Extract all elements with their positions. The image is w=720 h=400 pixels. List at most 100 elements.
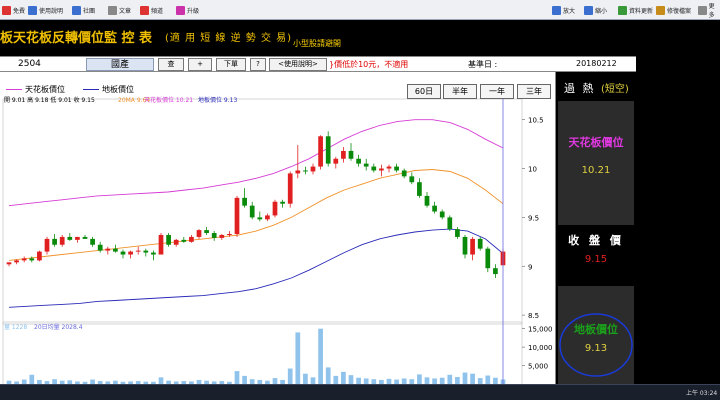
status-prefix: 過 熱: [564, 82, 596, 95]
chart-legend: 天花板價位 地板價位: [0, 84, 134, 95]
candle-body: [493, 268, 498, 275]
zoom-out-icon: [584, 5, 593, 15]
candle-body: [173, 239, 179, 245]
candle-body: [432, 205, 437, 212]
candle-body: [477, 238, 483, 249]
candle-body: [166, 234, 171, 245]
candle-body: [67, 236, 73, 240]
candle-body: [439, 211, 445, 218]
help-button[interactable]: ?: [250, 58, 266, 71]
candle-body: [97, 244, 103, 251]
avg-volume-info-text: 20日均量 2028.4: [34, 323, 83, 331]
warning-text: }價低於10元，不適用: [329, 60, 409, 69]
stock-name-field: 國產: [86, 58, 154, 71]
candle-body: [325, 136, 331, 164]
top-toolbar: 免費 使用說明 社團 文章 頻道 升級 放大 縮小 資料更新 修復檔案 更多: [0, 0, 720, 20]
price-tick-label: 10.5: [528, 117, 544, 125]
candle-body: [356, 158, 361, 164]
right-black-area: [636, 20, 720, 400]
chart-area: 10.5 10 9.5 9 8.5 15,000 10,000 5,000 開 9.01 高 9…: [0, 72, 556, 400]
volume-info-text: 量 1228: [4, 324, 27, 331]
candle-body: [189, 236, 194, 242]
toolbar-group-button[interactable]: 社團: [72, 4, 95, 16]
page-subtitle: (適 用 短 線 逆 勢 交 易): [165, 33, 293, 44]
toolbar-document-button[interactable]: 文章: [108, 4, 131, 16]
candle-body: [21, 258, 27, 261]
candle-body: [401, 170, 407, 177]
period-three-year-button[interactable]: 三年: [517, 84, 551, 99]
toolbar-home-button[interactable]: 免費: [2, 4, 25, 16]
candle-body: [196, 230, 202, 237]
floor-highlight-circle: [559, 313, 633, 377]
price-tick-label: 10: [528, 166, 537, 174]
candle-body: [29, 258, 35, 261]
base-date-value: 20180212: [576, 59, 617, 68]
candle-body: [113, 248, 118, 252]
stock-code-input[interactable]: 2504: [18, 59, 41, 69]
toolbar-zoom-out-button[interactable]: 縮小: [584, 4, 607, 16]
instructions-button[interactable]: <使用說明>: [269, 58, 327, 71]
candle-body: [447, 217, 453, 230]
price-tick-label: 9: [528, 263, 532, 271]
floor-info-text: 地板價位 9.13: [198, 96, 237, 104]
candle-body: [90, 238, 95, 245]
toolbar-repair-button[interactable]: 修復檔案: [656, 4, 691, 16]
page-title: 板天花板反轉價位監 控 表: [0, 31, 153, 46]
ohlc-info-text: 開 9.01 高 9.18 低 9.01 收 9.15: [4, 96, 95, 104]
candle-body: [6, 262, 12, 265]
period-half-year-button[interactable]: 半年: [443, 84, 477, 99]
candle-body: [135, 250, 141, 252]
volume-tick-label: 10,000: [528, 344, 553, 352]
document-icon: [108, 5, 117, 15]
toolbar-zoom-in-button[interactable]: 放大: [552, 4, 575, 16]
candle-body: [485, 248, 491, 269]
candle-body: [59, 236, 65, 245]
ceiling-panel-label: 天花板價位: [568, 136, 624, 149]
price-tick-label: 9.5: [528, 214, 539, 222]
candle-body: [158, 234, 164, 255]
candle-body: [386, 166, 392, 169]
candle-body: [37, 251, 42, 261]
ceiling-panel-value: 10.21: [581, 165, 611, 176]
candle-body: [333, 158, 339, 164]
candle-body: [417, 182, 422, 196]
ceiling-panel: 天花板價位 10.21: [558, 101, 634, 225]
candle-body: [280, 201, 285, 204]
candle-body: [409, 176, 415, 183]
toolbar-refresh-button[interactable]: 資料更新: [618, 4, 653, 16]
toolbar-help-button[interactable]: 使用說明: [28, 4, 63, 16]
period-60d-button[interactable]: 60日: [407, 84, 441, 99]
upgrade-icon: [176, 5, 185, 15]
ma20-series-line: [8, 169, 504, 261]
candle-body: [143, 250, 149, 253]
period-one-year-button[interactable]: 一年: [480, 84, 514, 99]
candle-body: [272, 201, 278, 216]
candle-body: [82, 236, 88, 239]
order-button[interactable]: 下單: [216, 58, 246, 71]
ceiling-series-line: [8, 119, 504, 207]
toolbar-upgrade-button[interactable]: 升級: [176, 4, 199, 16]
volume-tick-label: 5,000: [528, 363, 548, 371]
ceiling-info-text: 天花板價位 10.21: [144, 96, 193, 104]
toolbar-video-button[interactable]: 頻道: [140, 4, 163, 16]
candle-body: [52, 238, 57, 245]
group-icon: [72, 5, 81, 15]
toolbar-more-button[interactable]: 更多: [698, 3, 720, 19]
candle-body: [310, 166, 316, 172]
floor-series-line: [8, 228, 504, 308]
add-button[interactable]: +: [188, 58, 212, 71]
candle-body: [455, 229, 460, 237]
candle-body: [234, 197, 240, 234]
title-note: 小型股請避開: [293, 39, 341, 48]
candle-body: [120, 251, 126, 255]
query-button[interactable]: 查: [158, 58, 184, 71]
help-icon: [28, 5, 37, 15]
floor-legend-label: 地板價位: [102, 85, 134, 94]
candle-body: [105, 248, 111, 251]
refresh-icon: [618, 5, 627, 15]
title-bar: 板天花板反轉價位監 控 表 (適 用 短 線 逆 勢 交 易) 小型股請避開: [0, 20, 636, 56]
price-chart: 10.5 10 9.5 9 8.5 15,000 10,000 5,000 開 9.01 高 9…: [2, 96, 553, 400]
candle-body: [424, 195, 430, 206]
price-tick-label: 8.5: [528, 312, 539, 320]
candle-body: [75, 236, 80, 240]
